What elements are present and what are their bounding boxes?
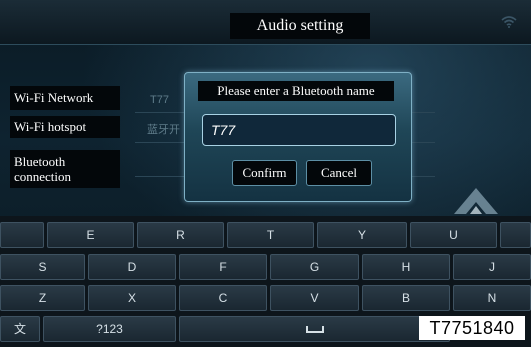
key-s[interactable]: S [0,254,85,280]
watermark: T7751840 [419,316,525,340]
space-icon [305,326,324,334]
key-b[interactable]: B [362,285,450,311]
key-blank[interactable] [0,222,44,248]
key-u[interactable]: U [410,222,497,248]
wifi-icon [501,16,517,28]
dialog-title: Please enter a Bluetooth name [198,81,394,101]
key-j[interactable]: J [453,254,531,280]
language-key[interactable]: 文 [0,316,40,342]
page-title: Audio setting [230,13,370,39]
confirm-button[interactable]: Confirm [232,160,297,186]
key-x[interactable]: X [88,285,176,311]
key-d[interactable]: D [88,254,176,280]
brand-logo-icon [454,188,498,214]
sidebar-item-wifi-network[interactable]: Wi-Fi Network [10,86,120,110]
key-n[interactable]: N [453,285,531,311]
key-y[interactable]: Y [317,222,407,248]
key-f[interactable]: F [179,254,267,280]
sidebar-item-wifi-hotspot[interactable]: Wi-Fi hotspot [10,116,120,138]
sidebar-item-label: Bluetooth connection [14,154,72,184]
bluetooth-name-input[interactable]: T77 [202,114,396,146]
key-e[interactable]: E [47,222,134,248]
cancel-button[interactable]: Cancel [306,160,372,186]
key-r[interactable]: R [137,222,224,248]
bluetooth-switch-value: 蓝牙开 [147,124,180,136]
sidebar-item-bluetooth-connection[interactable]: Bluetooth connection [10,150,120,188]
numbers-key[interactable]: ?123 [43,316,176,342]
key-z[interactable]: Z [0,285,85,311]
space-key[interactable] [179,316,450,342]
key-c[interactable]: C [179,285,267,311]
key-t[interactable]: T [227,222,314,248]
title-bar: Audio setting [0,0,531,45]
key-blank[interactable] [500,222,531,248]
bluetooth-name-value: T77 [150,94,169,106]
key-g[interactable]: G [270,254,359,280]
screen: Audio setting Wi-Fi Network Wi-Fi hotspo… [0,0,531,347]
key-h[interactable]: H [362,254,450,280]
key-v[interactable]: V [270,285,359,311]
